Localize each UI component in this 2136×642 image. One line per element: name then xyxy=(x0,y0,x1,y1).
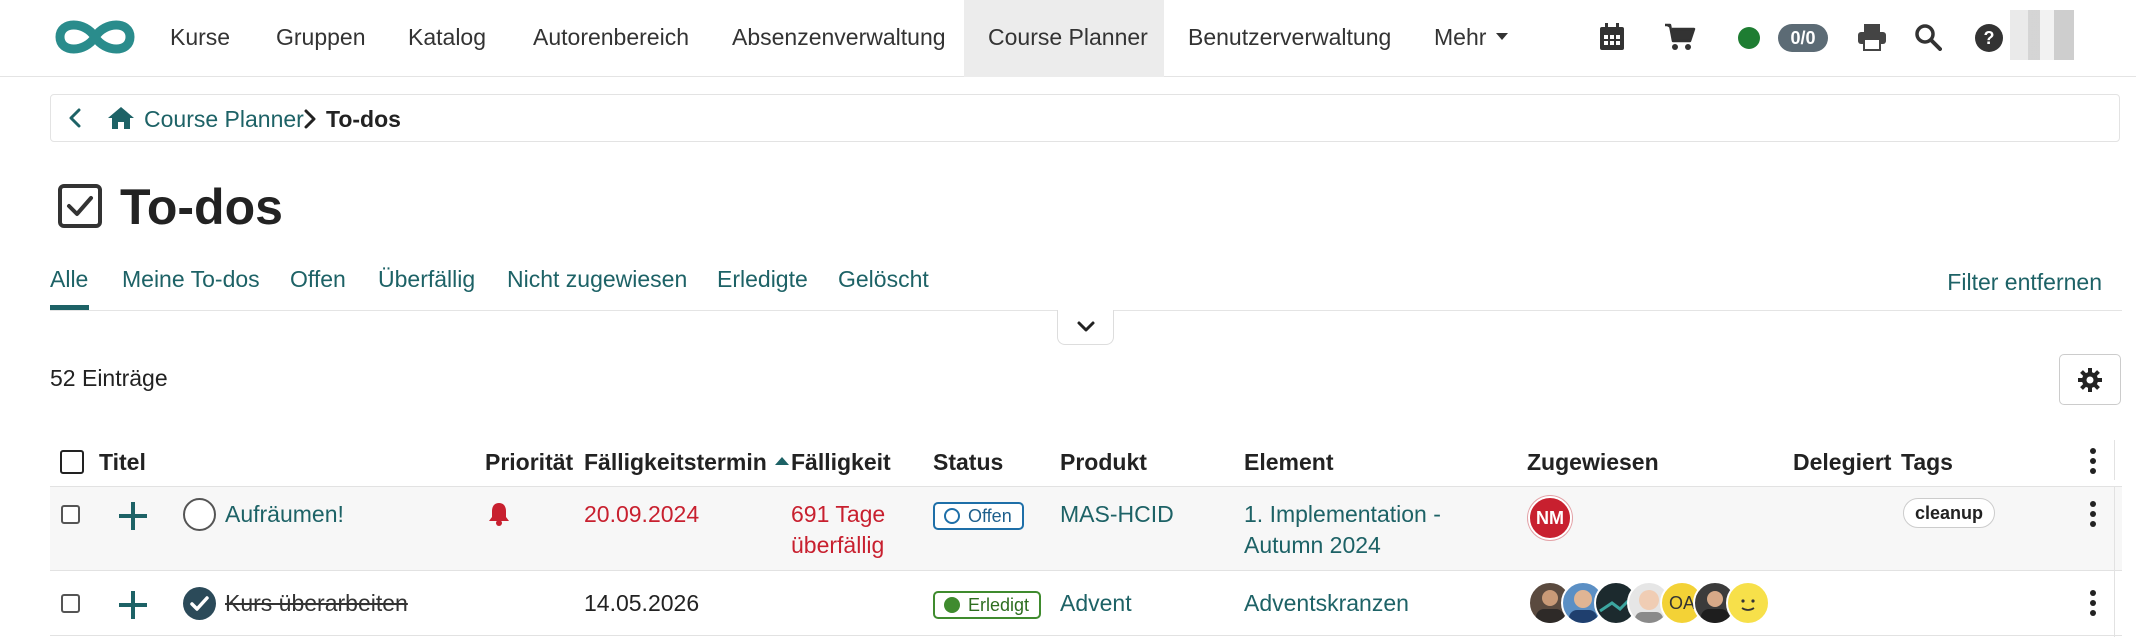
home-icon[interactable] xyxy=(107,105,135,131)
chevron-right-icon xyxy=(304,109,316,129)
tab-geloescht[interactable]: Gelöscht xyxy=(838,266,929,293)
element-link-line2[interactable]: Autumn 2024 xyxy=(1244,530,1381,561)
sort-ascending-icon xyxy=(774,456,789,465)
help-icon[interactable]: ? xyxy=(1975,24,2003,52)
nav-katalog[interactable]: Katalog xyxy=(408,0,486,77)
done-check-icon xyxy=(944,597,960,613)
header-zugewiesen[interactable]: Zugewiesen xyxy=(1527,449,1659,476)
cart-icon xyxy=(1665,23,1696,50)
search-icon xyxy=(1915,24,1942,51)
header-prioritaet[interactable]: Priorität xyxy=(485,449,573,476)
row-checkbox[interactable] xyxy=(61,594,80,613)
tab-erledigte[interactable]: Erledigte xyxy=(717,266,808,293)
product-link[interactable]: MAS-HCID xyxy=(1060,499,1174,530)
nav-gruppen[interactable]: Gruppen xyxy=(276,0,366,77)
online-status-dot[interactable] xyxy=(1738,27,1760,49)
due-date: 20.09.2024 xyxy=(584,501,700,527)
chevron-down-icon xyxy=(1077,321,1094,332)
search-button[interactable] xyxy=(1912,18,1944,56)
header-faelligkeit[interactable]: Fälligkeit xyxy=(791,449,891,476)
calendar-button[interactable] xyxy=(1596,18,1628,56)
header-produkt[interactable]: Produkt xyxy=(1060,449,1147,476)
caret-down-icon xyxy=(1496,33,1509,41)
columns-menu-icon[interactable] xyxy=(2090,448,2096,474)
avatar[interactable] xyxy=(1726,581,1770,625)
tab-offen[interactable]: Offen xyxy=(290,266,346,293)
tab-ueberfaellig[interactable]: Überfällig xyxy=(378,266,475,293)
user-avatar[interactable] xyxy=(2010,10,2074,60)
print-icon xyxy=(1858,24,1886,51)
tab-nicht-zugewiesen[interactable]: Nicht zugewiesen xyxy=(507,266,687,293)
breadcrumb-current: To-dos xyxy=(326,106,401,132)
element-link-line1[interactable]: 1. Implementation - xyxy=(1244,499,1441,530)
status-badge: Erledigt xyxy=(933,591,1042,619)
check-icon xyxy=(190,596,209,611)
logo-icon[interactable] xyxy=(52,15,138,59)
open-ring-icon xyxy=(944,508,960,524)
entry-count: 52 Einträge xyxy=(50,365,168,391)
todo-done-check-icon[interactable] xyxy=(183,587,216,620)
nav-course-planner[interactable]: Course Planner xyxy=(964,0,1164,77)
row-actions-menu-icon[interactable] xyxy=(2090,590,2096,616)
due-status-line1: 691 Tage xyxy=(791,501,886,527)
header-tags[interactable]: Tags xyxy=(1901,449,1953,476)
status-label: Offen xyxy=(968,506,1012,526)
avatar[interactable]: NM xyxy=(1528,496,1572,540)
filter-remove-link[interactable]: Filter entfernen xyxy=(1947,269,2102,296)
column-divider xyxy=(2114,487,2115,571)
nav-benutzerverwaltung[interactable]: Benutzerverwaltung xyxy=(1188,0,1391,77)
header-delegiert[interactable]: Delegiert xyxy=(1793,449,1891,476)
row-checkbox[interactable] xyxy=(61,505,80,524)
due-date: 14.05.2026 xyxy=(584,590,700,616)
column-divider xyxy=(2114,571,2115,637)
header-faelligkeitstermin-label: Fälligkeitstermin xyxy=(584,449,767,475)
header-titel[interactable]: Titel xyxy=(99,449,146,476)
nav-mehr[interactable]: Mehr xyxy=(1434,0,1509,77)
nav-absenzenverwaltung[interactable]: Absenzenverwaltung xyxy=(732,0,946,77)
add-subtask-icon[interactable] xyxy=(119,591,147,619)
column-divider xyxy=(2114,440,2115,480)
product-link[interactable]: Advent xyxy=(1060,588,1132,619)
todo-title[interactable]: Kurs überarbeiten xyxy=(225,588,408,619)
top-navigation: Kurse Gruppen Katalog Autorenbereich Abs… xyxy=(0,0,2136,77)
element-link[interactable]: Adventskranzen xyxy=(1244,588,1409,619)
row-actions-menu-icon[interactable] xyxy=(2090,501,2096,527)
bell-icon xyxy=(489,503,509,526)
emoji-face-icon xyxy=(1741,599,1755,611)
table-row: Aufräumen! 20.09.2024 691 Tage überfälli… xyxy=(50,486,2122,571)
checkbox-square-icon xyxy=(58,184,102,228)
todo-open-circle-icon[interactable] xyxy=(183,498,216,531)
nav-kurse[interactable]: Kurse xyxy=(170,0,230,77)
tag-chip[interactable]: cleanup xyxy=(1903,498,1996,528)
back-icon[interactable] xyxy=(63,105,89,131)
table-row: Kurs überarbeiten 14.05.2026 Erledigt Ad… xyxy=(50,570,2122,637)
active-tab-indicator xyxy=(50,305,89,310)
due-status-line2: überfällig xyxy=(791,532,885,558)
cart-button[interactable] xyxy=(1662,18,1698,56)
todo-title[interactable]: Aufräumen! xyxy=(225,499,344,530)
table-header: Titel Priorität Fälligkeitstermin Fällig… xyxy=(50,440,2122,480)
status-badge: Offen xyxy=(933,502,1024,530)
status-label: Erledigt xyxy=(968,595,1030,615)
select-all-checkbox[interactable] xyxy=(60,450,84,474)
print-button[interactable] xyxy=(1856,18,1888,56)
expand-filters-button[interactable] xyxy=(1057,310,1114,345)
tab-meine-todos[interactable]: Meine To-dos xyxy=(122,266,260,293)
breadcrumb: Course Planner To-dos xyxy=(50,94,2120,142)
breadcrumb-course-planner[interactable]: Course Planner xyxy=(144,106,304,133)
tab-alle[interactable]: Alle xyxy=(50,266,88,293)
header-faelligkeitstermin[interactable]: Fälligkeitstermin xyxy=(584,449,789,476)
add-subtask-icon[interactable] xyxy=(119,502,147,530)
header-status[interactable]: Status xyxy=(933,449,1003,476)
gear-icon xyxy=(2078,367,2102,392)
table-settings-button[interactable] xyxy=(2059,354,2121,405)
nav-autorenbereich[interactable]: Autorenbereich xyxy=(533,0,689,77)
header-element[interactable]: Element xyxy=(1244,449,1333,476)
page-title: To-dos xyxy=(120,179,283,235)
assessment-count-badge[interactable]: 0/0 xyxy=(1778,24,1828,52)
nav-mehr-label: Mehr xyxy=(1434,24,1487,50)
calendar-icon xyxy=(1600,23,1624,50)
